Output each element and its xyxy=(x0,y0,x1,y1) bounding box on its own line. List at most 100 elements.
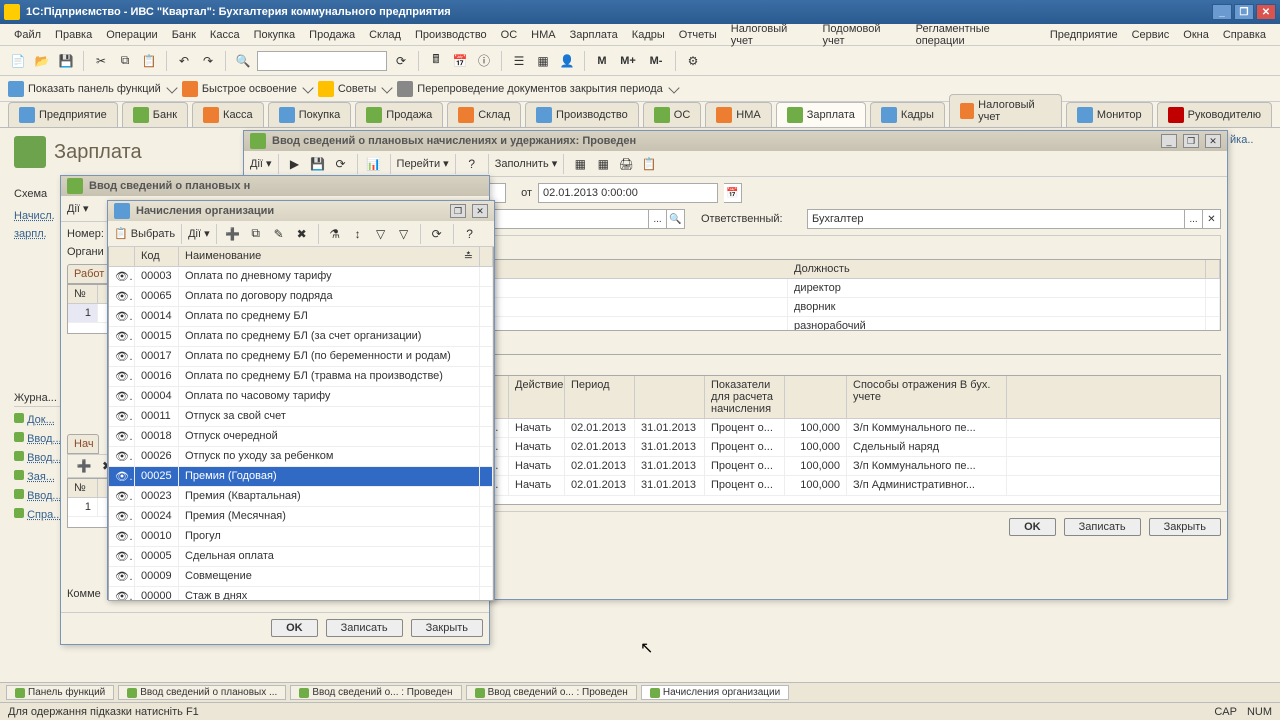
main-tab[interactable]: Касса xyxy=(192,102,264,127)
menu-Подомовой учет[interactable]: Подомовой учет xyxy=(817,21,908,49)
reread-icon[interactable]: ⟳ xyxy=(331,154,351,174)
catalog-row[interactable]: 👁00010Прогул xyxy=(109,527,493,547)
menu-Зарплата[interactable]: Зарплата xyxy=(564,27,624,43)
refresh-icon[interactable]: ⟳ xyxy=(391,51,411,71)
undo-icon[interactable]: ↶ xyxy=(174,51,194,71)
col-header[interactable]: Показатели для расчета начисления xyxy=(705,376,785,418)
m-plus-button[interactable]: M+ xyxy=(616,51,640,71)
col-header[interactable]: Период xyxy=(565,376,635,418)
menu-Отчеты[interactable]: Отчеты xyxy=(673,27,723,43)
menu-ОС[interactable]: ОС xyxy=(495,27,524,43)
new-icon[interactable]: 📄 xyxy=(8,51,28,71)
menu-Справка[interactable]: Справка xyxy=(1217,27,1272,43)
copy-icon[interactable]: ⧉ xyxy=(246,224,266,244)
catalog-row[interactable]: 👁00005Сдельная оплата xyxy=(109,547,493,567)
catalog-row[interactable]: 👁00016Оплата по среднему БЛ (травма на п… xyxy=(109,367,493,387)
date-picker-button[interactable]: 📅 xyxy=(724,183,742,203)
help-icon[interactable]: ? xyxy=(460,224,480,244)
date-input[interactable] xyxy=(538,183,718,203)
catalog-row[interactable]: 👁00065Оплата по договору подряда xyxy=(109,287,493,307)
actions-menu[interactable]: Дії ▾ xyxy=(188,227,210,240)
taskbar-item[interactable]: Ввод сведений о плановых ... xyxy=(118,685,286,700)
menu-Окна[interactable]: Окна xyxy=(1177,27,1215,43)
col-header[interactable]: Способы отражения В бух. учете xyxy=(847,376,1007,418)
menu-Файл[interactable]: Файл xyxy=(8,27,47,43)
catalog-row[interactable]: 👁00000Стаж в днях xyxy=(109,587,493,601)
search-input[interactable] xyxy=(257,51,387,71)
main-tab[interactable]: Налоговый учет xyxy=(949,94,1062,127)
col-header[interactable] xyxy=(785,376,847,418)
menu-Касса[interactable]: Касса xyxy=(204,27,246,43)
journal-link[interactable]: Док... xyxy=(27,414,55,426)
struct-icon[interactable]: 📋 xyxy=(639,154,659,174)
menu-Покупка[interactable]: Покупка xyxy=(248,27,302,43)
calc-icon[interactable]: 🖩 xyxy=(426,51,446,71)
catalog-row[interactable]: 👁00009Совмещение xyxy=(109,567,493,587)
actions-menu[interactable]: Дії ▾ xyxy=(67,202,89,215)
select-button[interactable]: 📋 Выбрать xyxy=(114,227,175,240)
close-button[interactable]: Закрыть xyxy=(411,619,483,637)
filter-icon[interactable]: ⚗ xyxy=(325,224,345,244)
catalog-row[interactable]: 👁00023Премия (Квартальная) xyxy=(109,487,493,507)
main-tab[interactable]: Производство xyxy=(525,102,639,127)
filter2-icon[interactable]: ▽ xyxy=(371,224,391,244)
save-icon[interactable]: 💾 xyxy=(56,51,76,71)
report-icon[interactable]: 📊 xyxy=(364,154,384,174)
settings-icon[interactable]: ⚙ xyxy=(683,51,703,71)
edit-icon[interactable]: ✎ xyxy=(269,224,289,244)
catalog-row[interactable]: 👁00024Премия (Месячная) xyxy=(109,507,493,527)
save-doc-icon[interactable]: 💾 xyxy=(308,154,328,174)
refresh-icon[interactable]: ⟳ xyxy=(427,224,447,244)
m-button[interactable]: M xyxy=(592,51,612,71)
menu-Кадры[interactable]: Кадры xyxy=(626,27,671,43)
journal-link[interactable]: Ввод... xyxy=(27,452,62,464)
redo-icon[interactable]: ↷ xyxy=(198,51,218,71)
win-max-button[interactable]: ❐ xyxy=(1183,134,1199,148)
save-button[interactable]: Записать xyxy=(1064,518,1141,536)
win-close-button[interactable]: ✕ xyxy=(1205,134,1221,148)
menu-Операции[interactable]: Операции xyxy=(100,27,163,43)
open-icon[interactable]: 📂 xyxy=(32,51,52,71)
main-tab[interactable]: Продажа xyxy=(355,102,443,127)
taskbar-item[interactable]: Ввод сведений о... : Проведен xyxy=(290,685,461,700)
menu-Предприятие[interactable]: Предприятие xyxy=(1044,27,1124,43)
catalog-row[interactable]: 👁00025Премия (Годовая) xyxy=(109,467,493,487)
menu-Сервис[interactable]: Сервис xyxy=(1126,27,1176,43)
tb2-item[interactable]: Советы xyxy=(318,81,391,97)
kt-icon[interactable]: ▦ xyxy=(593,154,613,174)
settings-link[interactable]: йка.. xyxy=(1230,134,1253,146)
journal-link[interactable]: Спра... xyxy=(27,509,62,521)
menu-Правка[interactable]: Правка xyxy=(49,27,98,43)
resp-input[interactable] xyxy=(807,209,1185,229)
code-header[interactable]: Код xyxy=(135,247,179,266)
main-tab[interactable]: Покупка xyxy=(268,102,352,127)
menu-НМА[interactable]: НМА xyxy=(525,27,561,43)
menu-Производство[interactable]: Производство xyxy=(409,27,493,43)
main-tab[interactable]: Руководителю xyxy=(1157,102,1272,127)
clear-filter-icon[interactable]: ▽ xyxy=(394,224,414,244)
workers-tab[interactable]: Работ xyxy=(67,264,112,284)
user-icon[interactable]: 👤 xyxy=(557,51,577,71)
ok-button[interactable]: OK xyxy=(271,619,318,637)
ok-button[interactable]: OK xyxy=(1009,518,1056,536)
main-tab[interactable]: НМА xyxy=(705,102,771,127)
catalog-row[interactable]: 👁00018Отпуск очередной xyxy=(109,427,493,447)
win-close-button[interactable]: ✕ xyxy=(472,204,488,218)
m-minus-button[interactable]: M- xyxy=(644,51,668,71)
add-icon[interactable]: ➕ xyxy=(223,224,243,244)
taskbar-item[interactable]: Ввод сведений о... : Проведен xyxy=(466,685,637,700)
main-tab[interactable]: Зарплата xyxy=(776,102,866,127)
main-tab[interactable]: Кадры xyxy=(870,102,945,127)
catalog-row[interactable]: 👁00015Оплата по среднему БЛ (за счет орг… xyxy=(109,327,493,347)
catalog-row[interactable]: 👁00017Оплата по среднему БЛ (по беременн… xyxy=(109,347,493,367)
win-max-button[interactable]: ❐ xyxy=(450,204,466,218)
menu-Склад[interactable]: Склад xyxy=(363,27,407,43)
post-icon[interactable]: ▶ xyxy=(285,154,305,174)
dt-icon[interactable]: ▦ xyxy=(570,154,590,174)
cut-icon[interactable]: ✂ xyxy=(91,51,111,71)
side-link[interactable]: Начисл. xyxy=(14,210,55,222)
main-tab[interactable]: Предприятие xyxy=(8,102,118,127)
tb2-item[interactable]: Быстрое освоение xyxy=(182,81,312,97)
tb2-item[interactable]: Показать панель функций xyxy=(8,81,176,97)
tb2-item[interactable]: Перепроведение документов закрытия перио… xyxy=(397,81,677,97)
